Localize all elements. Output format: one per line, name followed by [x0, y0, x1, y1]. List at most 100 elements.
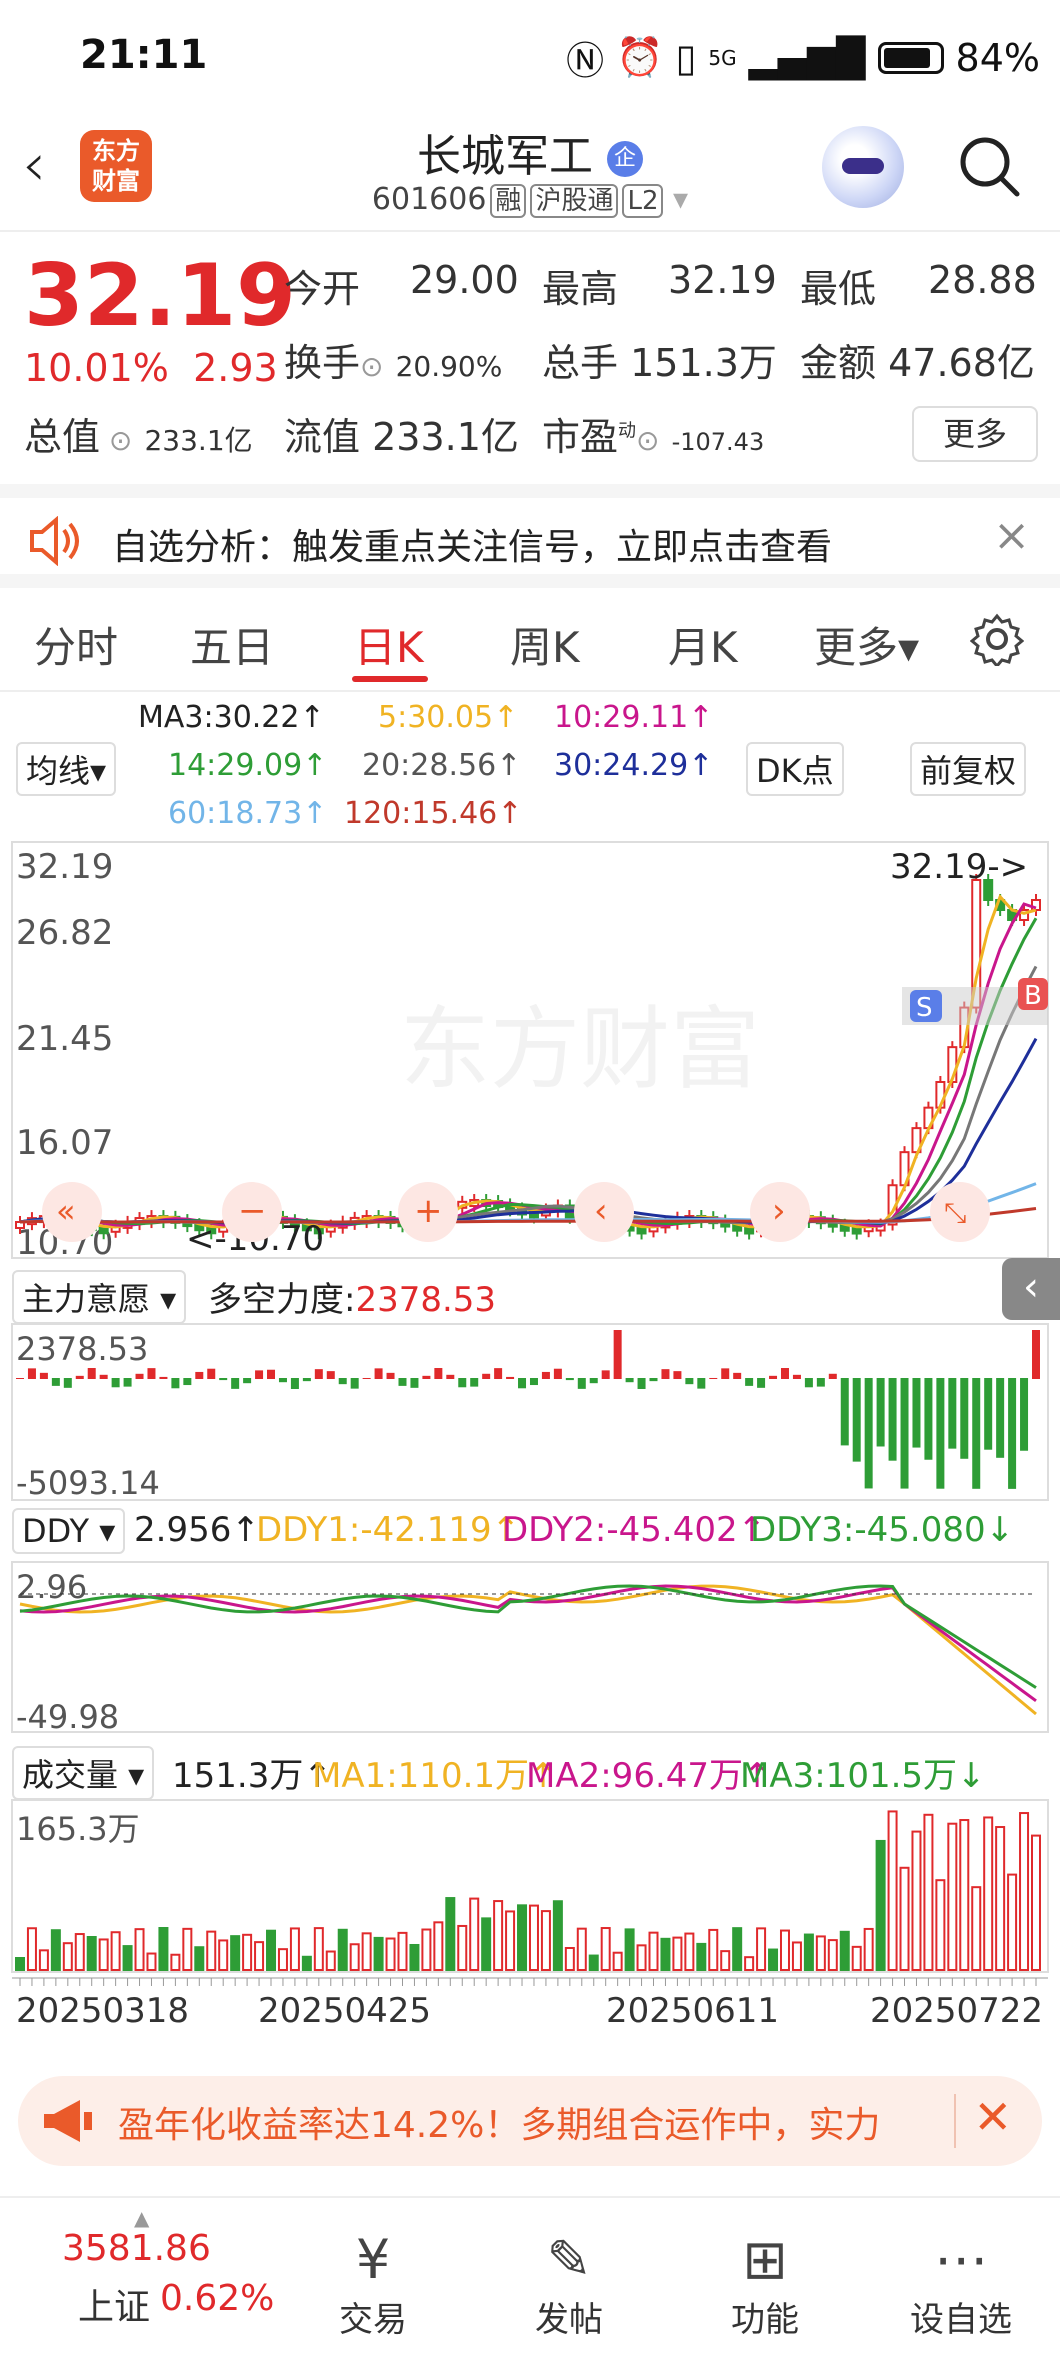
candle [122, 1220, 133, 1229]
candle [851, 1226, 862, 1235]
candle [433, 1208, 444, 1229]
candle [648, 1224, 659, 1233]
zlyy-bar [374, 1368, 383, 1379]
ddy-selector[interactable]: DDY ▾ [12, 1508, 126, 1554]
volume-bar [827, 1939, 838, 1972]
candle [636, 1226, 647, 1235]
volume-bar [636, 1944, 647, 1972]
volume-bar [660, 1937, 671, 1971]
zlyy-bar [410, 1378, 419, 1388]
volume-bar [158, 1927, 169, 1972]
ma-selector[interactable]: 均线▾ [16, 742, 117, 796]
zlyy-bar [900, 1378, 909, 1489]
zlyy-bar [948, 1378, 957, 1449]
candle [564, 1204, 575, 1219]
ai-robot-icon[interactable] [822, 126, 904, 208]
ma-line [19, 965, 1038, 1225]
candle [815, 1216, 826, 1225]
promo-banner[interactable]: 盈年化收益率达14.2%！多期组合运作中，实力 ✕ [18, 2076, 1042, 2166]
zlyy-selector[interactable]: 主力意愿 ▾ [12, 1270, 187, 1324]
low-value: 28.88 [928, 258, 1037, 302]
zlyy-bar [518, 1378, 527, 1389]
nav-trade[interactable]: ¥ 交易 [308, 2228, 438, 2341]
pe-superscript: 动 [618, 420, 637, 442]
nav-add-watchlist[interactable]: ⋯ 设自选 [896, 2228, 1026, 2341]
volume-bar [576, 1927, 587, 1972]
notice-bar[interactable]: 自选分析：触发重点关注信号，立即点击查看 × [0, 484, 1060, 588]
left-icon: ‹ [594, 1191, 608, 1231]
candle [301, 1223, 312, 1232]
vibrate-icon: ▯ [675, 35, 697, 80]
float-value: 233.1亿 [372, 415, 519, 459]
double-left-icon: « [56, 1192, 76, 1230]
nav-functions-label: 功能 [731, 2300, 799, 2340]
tab-more[interactable]: 更多▾ [814, 614, 919, 675]
nav-functions[interactable]: ⊞ 功能 [700, 2228, 830, 2341]
dk-point-button[interactable]: DK点 [746, 742, 844, 796]
candle [696, 1215, 707, 1224]
tab-daily-k[interactable]: 日K [354, 614, 424, 675]
close-icon[interactable]: ✕ [973, 2090, 1012, 2144]
gear-icon[interactable] [970, 612, 1024, 666]
volume-bar [433, 1921, 444, 1971]
more-button[interactable]: 更多 [912, 406, 1038, 462]
collapse-panel-button[interactable]: ‹ [1002, 1258, 1060, 1320]
close-icon[interactable]: × [993, 510, 1030, 561]
zlyy-bar [912, 1378, 921, 1448]
volume-bar [851, 1945, 862, 1972]
stock-subtitle[interactable]: 601606 融沪股通 L2 ▾ [0, 180, 1060, 218]
zlyy-bar [757, 1378, 766, 1388]
tab-five-day[interactable]: 五日 [190, 614, 274, 675]
amount: 金额 47.68亿 [800, 332, 1035, 387]
info-icon[interactable]: ⊙ [100, 424, 132, 457]
volume-bar [528, 1904, 539, 1972]
expand-up-icon[interactable]: ▲ [134, 2206, 149, 2230]
zlyy-bar [852, 1378, 861, 1462]
stock-header: ‹ 东方 财富 长城军工 企 601606 融沪股通 L2 ▾ [0, 110, 1060, 232]
volume-bar [122, 1945, 133, 1971]
quote-panel: 32.19 10.01% 2.93 总值 ⊙ 233.1亿 今开 29.00 最… [0, 234, 1060, 484]
zlyy-bar [577, 1378, 586, 1389]
speaker-icon [30, 516, 79, 566]
info-icon[interactable]: ⊙ [360, 350, 383, 383]
volume-bar [110, 1931, 121, 1971]
turnover-label: 换手 [284, 341, 361, 385]
volume-bar [74, 1933, 85, 1972]
ma10-label: 10:29.11↑ [554, 700, 714, 735]
zlyy-bar [290, 1378, 299, 1389]
zlyy-bar [864, 1378, 873, 1489]
index-value[interactable]: 3581.86 [62, 2228, 211, 2269]
volume-bar [254, 1941, 265, 1972]
high-value: 32.19 [668, 258, 777, 302]
volume-max: 165.3万 [16, 1810, 140, 1848]
search-icon[interactable] [955, 132, 1021, 198]
volume-bar [86, 1936, 97, 1972]
zlyy-bar [75, 1375, 84, 1379]
open-label: 今开 [284, 267, 361, 311]
volume-bar [325, 1950, 336, 1972]
y-tick-4: 16.07 [16, 1123, 113, 1163]
zlyy-bar [721, 1368, 730, 1379]
adjust-selector[interactable]: 前复权 [910, 742, 1027, 796]
ma30-label: 30:24.29↑ [554, 748, 714, 783]
zlyy-bar [972, 1378, 981, 1489]
volume-bar [337, 1928, 348, 1971]
pe: 市盈动⊙ -107.43 [542, 406, 764, 461]
info-icon[interactable]: ⊙ [636, 424, 659, 457]
kline-frame [11, 841, 1049, 1259]
tab-intraday[interactable]: 分时 [34, 614, 118, 675]
volume-selector[interactable]: 成交量 ▾ [12, 1746, 155, 1800]
mktcap-label: 总值 [24, 415, 101, 459]
tab-monthly-k[interactable]: 月K [668, 614, 738, 675]
battery-icon [877, 41, 944, 74]
candle [337, 1220, 348, 1229]
volume-bar [815, 1935, 826, 1972]
ma60-label: 60:18.73↑ [168, 796, 328, 831]
tab-weekly-k[interactable]: 周K [510, 614, 580, 675]
zlyy-bar [1008, 1378, 1017, 1489]
candle [98, 1226, 109, 1235]
vol-ma3: MA3:101.5万↓ [740, 1756, 986, 1796]
candle [170, 1215, 181, 1224]
nav-post[interactable]: ✎ 发帖 [504, 2228, 634, 2341]
volume-bar [624, 1928, 635, 1971]
